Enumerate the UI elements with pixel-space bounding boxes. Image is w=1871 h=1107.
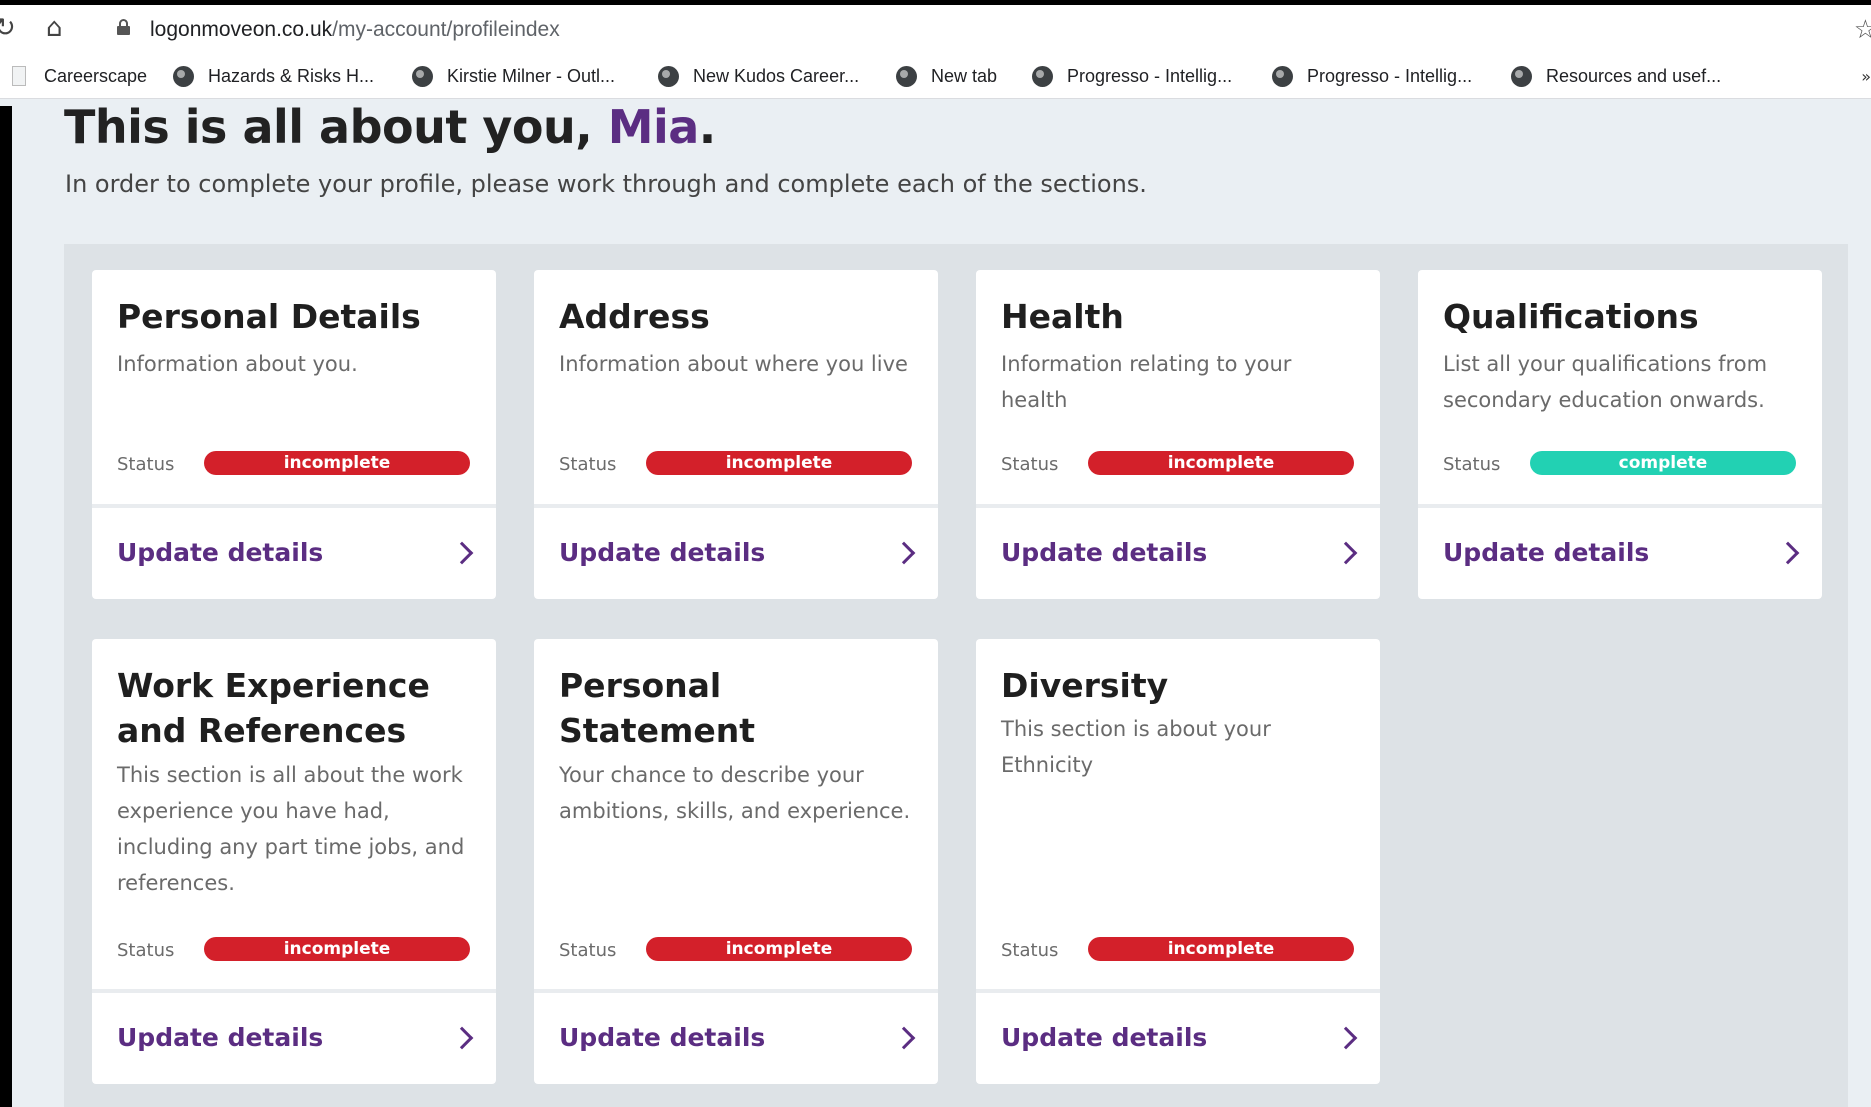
card-divider (534, 989, 938, 993)
chevron-right-icon[interactable] (1334, 1026, 1358, 1050)
bookmark-kirstie[interactable]: Kirstie Milner - Outl... (412, 63, 615, 89)
page-title: This is all about you, Mia. (64, 100, 716, 154)
card-qualifications: Qualifications List all your qualificati… (1418, 270, 1822, 599)
card-title: Qualifications (1443, 297, 1699, 336)
status-badge: incomplete (204, 937, 470, 961)
status-badge: incomplete (204, 451, 470, 475)
globe-icon (412, 65, 433, 87)
status-badge: incomplete (1088, 937, 1354, 961)
bookmark-label: Resources and usef... (1546, 65, 1722, 86)
card-health: Health Information relating to your heal… (976, 270, 1380, 599)
url-domain: logonmoveon.co.uk (150, 18, 333, 41)
chevron-right-icon[interactable] (450, 1026, 474, 1050)
globe-icon (896, 65, 917, 87)
page-subtitle: In order to complete your profile, pleas… (65, 170, 1147, 198)
bookmark-label: Progresso - Intellig... (1307, 65, 1473, 86)
update-details-link[interactable]: Update details (1443, 538, 1649, 567)
bookmark-label: Kirstie Milner - Outl... (447, 65, 616, 86)
chevron-right-icon[interactable] (892, 1026, 916, 1050)
title-suffix: . (698, 100, 716, 154)
chevron-right-icon[interactable] (450, 541, 474, 565)
status-label: Status (559, 454, 617, 475)
globe-icon (658, 65, 679, 87)
status-label: Status (559, 940, 617, 961)
card-description: This section is all about the work exper… (117, 763, 465, 895)
chevron-right-icon[interactable] (892, 541, 916, 565)
globe-icon (173, 65, 194, 87)
card-title: Diversity (1001, 666, 1169, 705)
bookmark-star-icon[interactable]: ☆ (1854, 15, 1871, 45)
status-label: Status (1443, 454, 1501, 475)
bookmark-label: New tab (931, 65, 998, 86)
status-badge: incomplete (1088, 451, 1354, 475)
url-path: /my-account/profileindex (332, 18, 560, 41)
status-label: Status (117, 454, 175, 475)
card-title: Personal Statement (559, 666, 756, 750)
browser-window: ↻ ⌂ logonmoveon.co.uk/my-account/profile… (0, 0, 1871, 1107)
card-divider (976, 989, 1380, 993)
card-divider (534, 504, 938, 508)
update-details-link[interactable]: Update details (1001, 538, 1207, 567)
bookmark-resources[interactable]: Resources and usef... (1511, 63, 1721, 89)
globe-icon (1511, 65, 1532, 87)
card-divider (1418, 504, 1822, 508)
lock-icon[interactable] (117, 19, 130, 35)
card-address: Address Information about where you live… (534, 270, 938, 599)
home-icon[interactable]: ⌂ (46, 15, 63, 41)
bookmark-new-tab[interactable]: New tab (896, 63, 997, 89)
card-description: Information about you. (117, 352, 358, 376)
card-title: Address (559, 297, 710, 336)
chevron-right-icon[interactable] (1776, 541, 1800, 565)
card-diversity: Diversity This section is about your Eth… (976, 639, 1380, 1084)
bookmark-label: Hazards & Risks H... (208, 65, 375, 86)
card-personal-details: Personal Details Information about you. … (92, 270, 496, 599)
globe-icon (1032, 65, 1053, 87)
card-description: Information about where you live (559, 352, 908, 376)
card-title: Health (1001, 297, 1124, 336)
update-details-link[interactable]: Update details (559, 1023, 765, 1052)
bookmark-progresso-1[interactable]: Progresso - Intellig... (1032, 63, 1232, 89)
bookmark-careerscape[interactable]: Careerscape (12, 63, 147, 89)
card-divider (976, 504, 1380, 508)
card-work-experience: Work Experience and References This sect… (92, 639, 496, 1084)
card-description: This section is about your Ethnicity (1001, 717, 1271, 777)
card-title: Work Experience and References (117, 666, 430, 750)
card-description: Your chance to describe your ambitions, … (559, 763, 911, 823)
profile-sections-panel: Personal Details Information about you. … (64, 244, 1848, 1107)
card-personal-statement: Personal Statement Your chance to descri… (534, 639, 938, 1084)
update-details-link[interactable]: Update details (559, 538, 765, 567)
bookmark-kudos[interactable]: New Kudos Career... (658, 63, 859, 89)
update-details-link[interactable]: Update details (1001, 1023, 1207, 1052)
reload-icon[interactable]: ↻ (0, 15, 16, 41)
address-bar: ↻ ⌂ logonmoveon.co.uk/my-account/profile… (0, 5, 1871, 53)
card-description: Information relating to your health (1001, 352, 1292, 412)
bookmark-label: Careerscape (44, 65, 148, 86)
update-details-link[interactable]: Update details (117, 1023, 323, 1052)
card-divider (92, 989, 496, 993)
chevron-right-icon[interactable] (1334, 541, 1358, 565)
status-label: Status (1001, 940, 1059, 961)
bookmark-label: Progresso - Intellig... (1067, 65, 1233, 86)
bookmark-hazards[interactable]: Hazards & Risks H... (173, 63, 374, 89)
status-badge: incomplete (646, 451, 912, 475)
url-field[interactable]: logonmoveon.co.uk/my-account/profileinde… (150, 18, 560, 42)
update-details-link[interactable]: Update details (117, 538, 323, 567)
globe-icon (1272, 65, 1293, 87)
status-label: Status (1001, 454, 1059, 475)
bookmark-label: New Kudos Career... (693, 65, 860, 86)
status-label: Status (117, 940, 175, 961)
status-badge: complete (1530, 451, 1796, 475)
card-divider (92, 504, 496, 508)
page-icon (12, 66, 26, 86)
bookmark-progresso-2[interactable]: Progresso - Intellig... (1272, 63, 1472, 89)
card-title: Personal Details (117, 297, 421, 336)
user-name: Mia (607, 100, 700, 154)
more-bookmarks-button[interactable]: » (1861, 67, 1871, 86)
screen-edge-left (0, 106, 12, 1107)
status-badge: incomplete (646, 937, 912, 961)
title-prefix: This is all about you, (64, 100, 608, 154)
bookmarks-bar: Careerscape Hazards & Risks H... Kirstie… (0, 53, 1871, 99)
card-description: List all your qualifications from second… (1443, 352, 1768, 412)
